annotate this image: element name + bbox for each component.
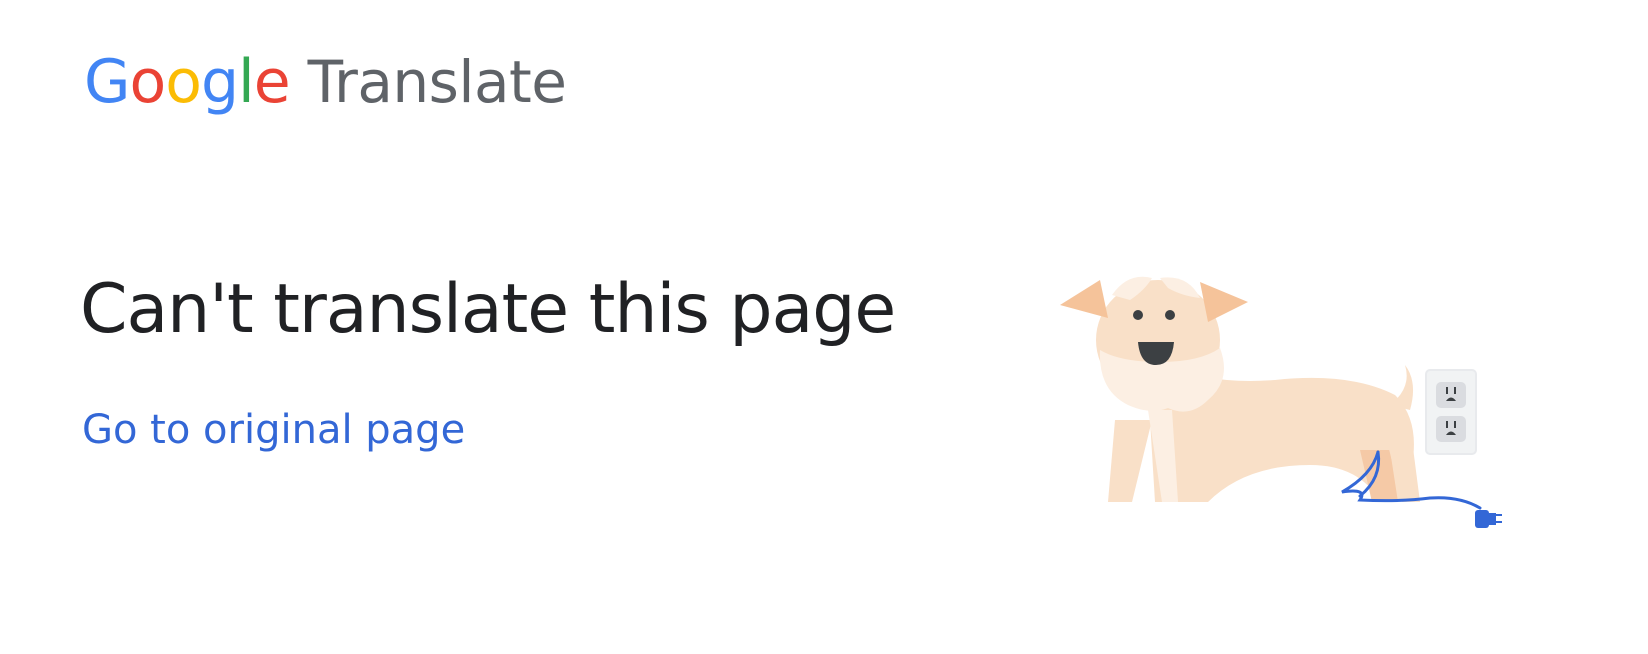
unplugged-dog-icon bbox=[1060, 276, 1502, 528]
header: G o o g l e Translate bbox=[84, 42, 567, 122]
dog-eye-left bbox=[1133, 310, 1143, 320]
logo-letter-g: G bbox=[84, 47, 130, 117]
dog-front-leg bbox=[1108, 420, 1152, 502]
logo-letter-g2: g bbox=[200, 47, 239, 117]
logo-letter-e: e bbox=[253, 47, 291, 117]
dog-ear-right bbox=[1200, 282, 1248, 322]
logo-letter-o1: o bbox=[129, 47, 167, 117]
logo-letter-o2: o bbox=[165, 47, 202, 117]
go-to-original-page-link[interactable]: Go to original page bbox=[82, 410, 465, 450]
wall-outlet-icon bbox=[1425, 369, 1477, 455]
error-page: G o o g l e Translate Can't translate th… bbox=[0, 0, 1648, 654]
google-logo[interactable]: G o o g l e bbox=[84, 47, 291, 117]
product-name: Translate bbox=[307, 48, 567, 116]
page-title: Can't translate this page bbox=[80, 270, 896, 349]
plug-icon bbox=[1475, 510, 1502, 528]
logo-letter-l: l bbox=[238, 47, 255, 117]
dog-ear-left bbox=[1060, 280, 1108, 318]
dog-eye-right bbox=[1165, 310, 1175, 320]
